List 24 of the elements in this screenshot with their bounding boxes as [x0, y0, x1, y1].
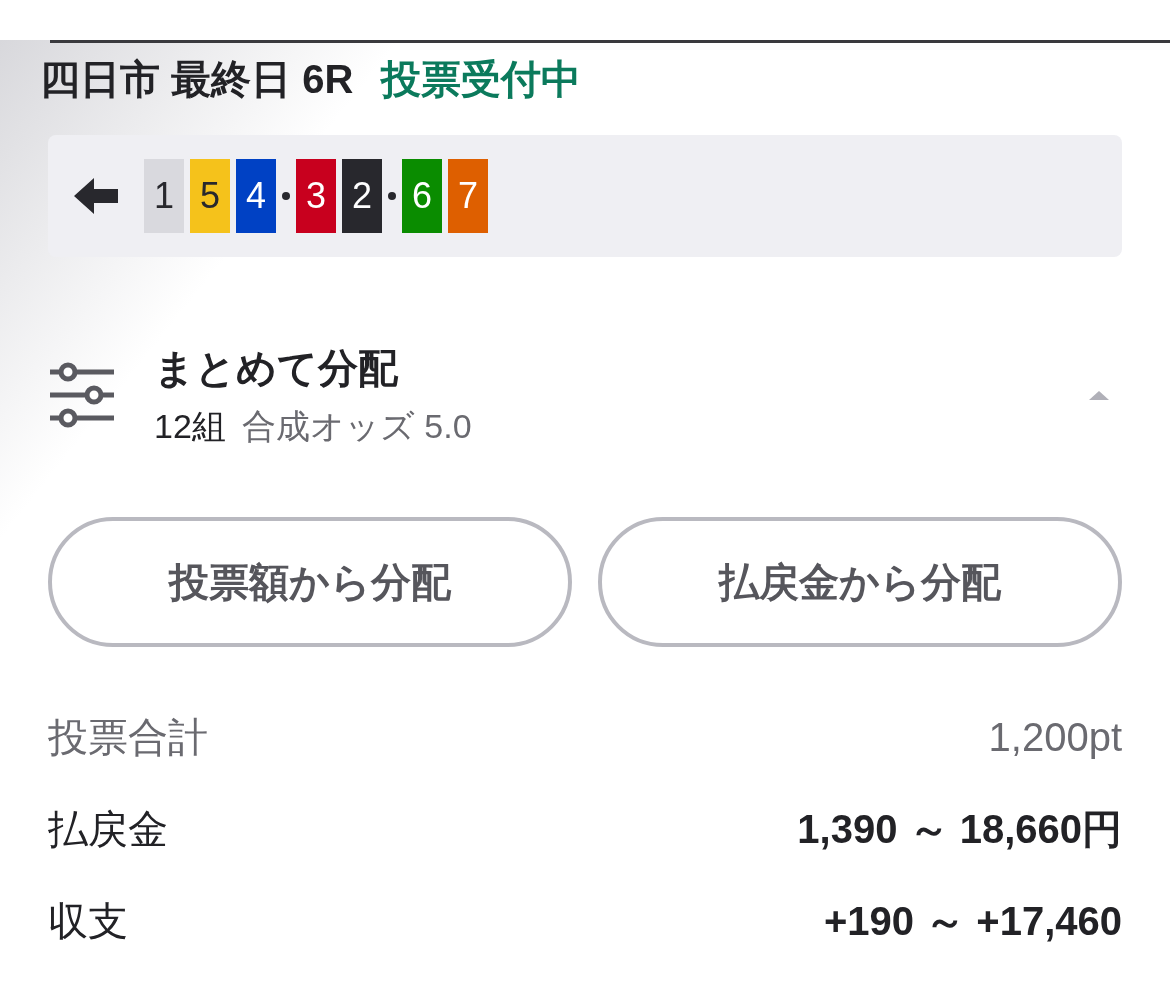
summary-label: 払戻金 — [48, 806, 168, 853]
back-arrow-icon[interactable] — [72, 176, 120, 216]
number-badge: 6 — [402, 159, 442, 233]
number-badge: 1 — [144, 159, 184, 233]
summary-value: 1,200pt — [988, 714, 1122, 761]
number-badge: 4 — [236, 159, 276, 233]
distribution-title: まとめて分配 — [154, 345, 399, 392]
group-count: 12組 — [154, 406, 226, 447]
number-badge: 3 — [296, 159, 336, 233]
race-title: 四日市 最終日 6R — [40, 56, 354, 103]
distribute-button[interactable]: 投票額から分配 — [48, 517, 572, 647]
separator-dot-icon — [388, 192, 396, 200]
summary-label: 投票合計 — [48, 714, 208, 761]
number-badge: 5 — [190, 159, 230, 233]
race-status: 投票受付中 — [381, 56, 582, 103]
summary-value: +190 ～ +17,460 — [823, 898, 1122, 945]
number-badge: 7 — [448, 159, 488, 233]
summary-value: 1,390 ～ 18,660円 — [797, 806, 1122, 853]
sliders-icon — [48, 362, 116, 428]
number-badge: 2 — [342, 159, 382, 233]
separator-dot-icon — [282, 192, 290, 200]
distribute-button[interactable]: 払戻金から分配 — [598, 517, 1122, 647]
summary-label: 収支 — [48, 898, 128, 945]
combined-odds: 合成オッズ 5.0 — [241, 406, 472, 447]
